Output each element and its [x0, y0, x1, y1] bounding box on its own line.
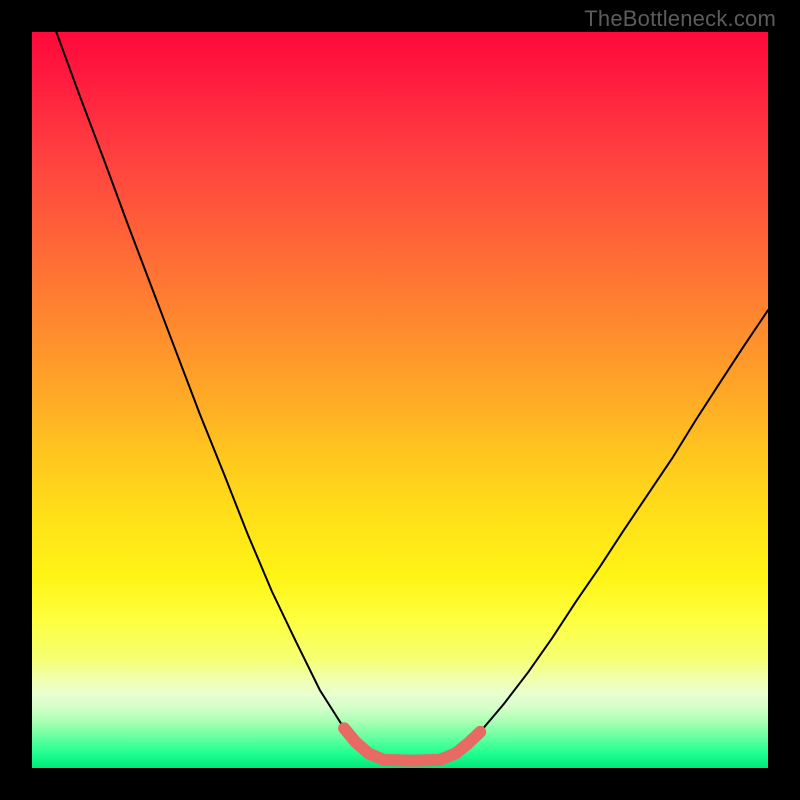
- watermark-text: TheBottleneck.com: [584, 6, 776, 32]
- plot-area: [32, 32, 768, 768]
- optimal-zone-highlight: [32, 32, 768, 768]
- chart-frame: TheBottleneck.com: [0, 0, 800, 800]
